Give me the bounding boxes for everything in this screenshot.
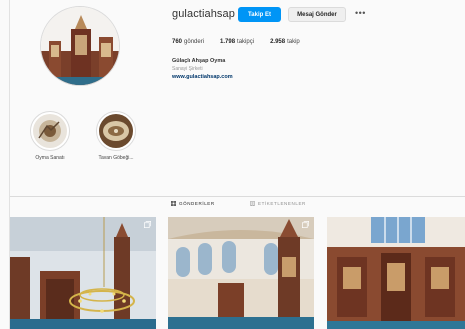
section-divider — [10, 196, 465, 197]
tab-posts-label: GÖNDERİLER — [179, 201, 215, 206]
profile-stats: 760 gönderi 1.798 takipçi 2.958 takip — [172, 39, 300, 45]
tab-tagged[interactable]: ETİKETLENENLER — [250, 201, 306, 206]
stat-posts: 760 gönderi — [172, 39, 204, 45]
profile-avatar[interactable] — [40, 6, 120, 86]
profile-full-name: Gülaçlı Ahşap Oyma — [172, 58, 226, 64]
stat-posts-count: 760 — [172, 39, 183, 45]
highlight-label: Oyma Sanatı — [35, 155, 65, 161]
stat-following[interactable]: 2.958 takip — [270, 39, 300, 45]
stat-followers[interactable]: 1.798 takipçi — [220, 39, 254, 45]
story-highlight-tavan-gobegi[interactable]: Tavan Göbeği... — [92, 111, 140, 161]
follow-button[interactable]: Takip Et — [238, 7, 281, 22]
grid-icon — [171, 201, 176, 206]
stat-following-count: 2.958 — [270, 39, 286, 45]
stat-followers-label: takipçi — [237, 39, 255, 45]
stat-posts-label: gönderi — [184, 39, 205, 45]
profile-website-link[interactable]: www.gulactiahsap.com — [172, 74, 233, 80]
stat-followers-count: 1.798 — [220, 39, 236, 45]
post-tile[interactable] — [168, 217, 314, 329]
highlight-cover — [96, 111, 136, 151]
highlight-cover — [30, 111, 70, 151]
story-highlight-oyma-sanati[interactable]: Oyma Sanatı — [26, 111, 74, 161]
carousel-icon — [302, 221, 309, 228]
tab-tagged-label: ETİKETLENENLER — [258, 201, 306, 206]
send-message-button[interactable]: Mesaj Gönder — [288, 7, 346, 22]
profile-category: Sanayi Şirketi — [172, 66, 203, 72]
tagged-icon — [250, 201, 255, 206]
post-tile[interactable] — [327, 217, 465, 329]
post-tile[interactable] — [10, 217, 156, 329]
more-options-icon[interactable]: ••• — [355, 9, 366, 18]
highlight-label: Tavan Göbeği... — [98, 155, 134, 161]
profile-username: gulactiahsap — [172, 8, 235, 20]
stat-following-label: takip — [287, 39, 300, 45]
carousel-icon — [144, 221, 151, 228]
tab-posts[interactable]: GÖNDERİLER — [171, 201, 215, 206]
